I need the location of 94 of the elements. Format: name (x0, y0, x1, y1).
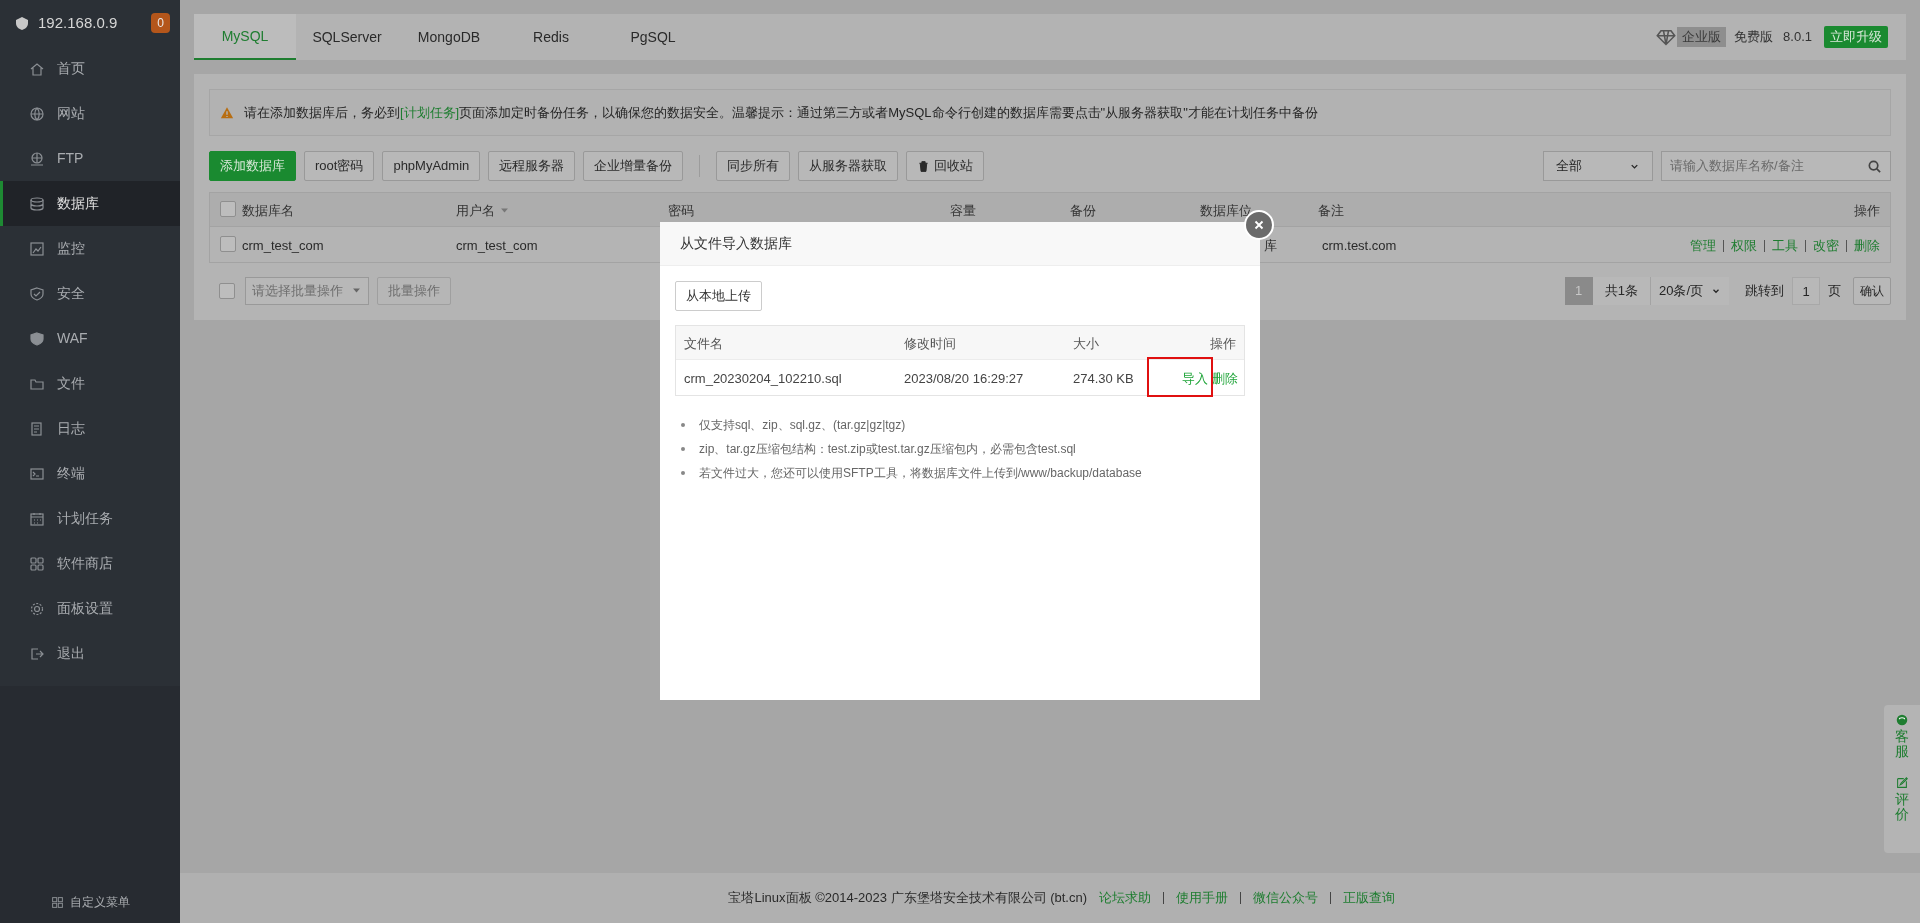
action-link[interactable]: 导入 (1182, 371, 1208, 386)
menu-icon (29, 555, 45, 572)
search-icon (1867, 158, 1882, 174)
edit-icon (1895, 775, 1909, 790)
total-count: 共1条 (1592, 276, 1650, 305)
column-header: 文件名 (684, 335, 723, 353)
upload-button[interactable]: 从本地上传 (675, 281, 762, 311)
checkbox[interactable] (219, 282, 235, 299)
database-tab[interactable]: PgSQL (602, 14, 704, 60)
toolbar-button[interactable]: phpMyAdmin (382, 151, 481, 181)
edition-badge: 企业版 (1677, 27, 1727, 47)
dialog-title: 从文件导入数据库 (660, 222, 1260, 266)
copyright-text: 宝塔Linux面板 ©2014-2023 广东堡塔安全技术有限公司 (bt.cn) (728, 889, 1087, 908)
diamond-icon (1655, 27, 1678, 47)
trash-icon (917, 159, 931, 173)
sidebar-item[interactable]: 安全 (0, 271, 180, 316)
confirm-button[interactable]: 确认 (1853, 276, 1891, 305)
action-link[interactable]: 删除 (1212, 369, 1238, 389)
database-tab[interactable]: SQLServer (296, 14, 398, 60)
bullet (681, 447, 685, 451)
menu-icon (29, 465, 45, 482)
plan-label: 免费版 (1734, 28, 1774, 47)
note-text: zip、tar.gz压缩包结构：test.zip或test.tar.gz压缩包内，必需包含test.sql (699, 441, 1076, 458)
column-header: 操作 (1854, 202, 1880, 220)
menu-icon (29, 420, 45, 437)
table-cell-text: 274.30 KB (1073, 370, 1134, 388)
column-header: 密码 (668, 202, 694, 220)
page-input[interactable]: 1 (1792, 276, 1820, 305)
shield-logo-icon (14, 15, 30, 31)
checkbox[interactable] (220, 201, 236, 217)
menu-icon (29, 285, 45, 302)
table-cell-text: crm_test_com (242, 237, 324, 255)
sidebar-item[interactable]: 计划任务 (0, 496, 180, 541)
toolbar-button[interactable]: root密码 (304, 151, 375, 181)
table-cell-text: crm.test.com (1322, 237, 1397, 255)
sidebar-item[interactable]: 数据库 (0, 181, 180, 226)
menu-icon (29, 330, 45, 347)
menu-icon (29, 105, 45, 122)
toolbar-button[interactable]: 企业增量备份 (583, 151, 684, 181)
sidebar-item[interactable]: 文件 (0, 361, 180, 406)
menu-icon (29, 150, 45, 167)
warning-icon (220, 105, 234, 120)
column-header: 备份 (1070, 202, 1096, 220)
column-header: 数据库名 (242, 202, 294, 220)
bullet (681, 471, 685, 475)
custom-menu-link[interactable]: 自定义菜单 (0, 881, 180, 923)
column-header[interactable]: 用户名 (456, 201, 510, 221)
grid-icon (50, 895, 64, 909)
column-header: 操作 (1210, 335, 1236, 353)
jump-label: 跳转到 (1745, 281, 1784, 300)
toolbar-button[interactable]: 添加数据库 (209, 151, 296, 181)
per-page-dropdown[interactable]: 20条/页 (1649, 276, 1729, 305)
sidebar-item[interactable]: 终端 (0, 451, 180, 496)
page-unit: 页 (1828, 281, 1841, 300)
close-icon (1252, 218, 1266, 232)
sidebar-item[interactable]: 首页 (0, 46, 180, 91)
column-header: 修改时间 (904, 335, 956, 353)
sidebar-item[interactable]: 面板设置 (0, 586, 180, 631)
version-label: 8.0.1 (1783, 28, 1812, 47)
notification-badge: 0 (151, 13, 170, 33)
checkbox[interactable] (220, 236, 236, 252)
sidebar-item[interactable]: 监控 (0, 226, 180, 271)
bullet (681, 423, 685, 427)
recycle-bin-button[interactable]: 回收站 (906, 151, 985, 181)
note-text: 若文件过大，您还可以使用SFTP工具，将数据库文件上传到/www/backup/database (699, 465, 1142, 482)
database-tab[interactable]: Redis (500, 14, 602, 60)
column-header: 备注 (1318, 202, 1344, 220)
menu-icon (29, 240, 45, 257)
database-tab[interactable]: MongoDB (398, 14, 500, 60)
column-header: 大小 (1073, 335, 1099, 353)
table-cell-text: 2023/08/20 16:29:27 (904, 370, 1024, 388)
sidebar-item[interactable]: WAF (0, 316, 180, 361)
menu-icon (29, 510, 45, 527)
table-cell-text: crm_20230204_102210.sql (684, 370, 842, 388)
sidebar-item[interactable]: 网站 (0, 91, 180, 136)
toolbar-button[interactable]: 从服务器获取 (798, 151, 899, 181)
upgrade-button[interactable]: 立即升级 (1824, 26, 1888, 48)
menu-icon (29, 600, 45, 617)
sidebar-item[interactable]: 退出 (0, 631, 180, 676)
menu-icon (29, 195, 45, 212)
sidebar-item[interactable]: FTP (0, 136, 180, 181)
toolbar-button[interactable]: 同步所有 (716, 151, 791, 181)
host-address: 192.168.0.9 (38, 12, 119, 33)
table-cell-text: crm_test_com (456, 237, 538, 255)
filter-dropdown[interactable]: 全部 (1543, 151, 1653, 181)
notice-text: 请在添加数据库后，务必到[计划任务]页面添加定时备份任务，以确保您的数据安全。温馨提示：通过第三方或者MySQL命令行创建的数据库需要点击"从服务器获取"才能在计划任务中备份 (244, 103, 1318, 122)
toolbar-button[interactable]: 远程服务器 (488, 151, 576, 181)
sidebar-item[interactable]: 日志 (0, 406, 180, 451)
sidebar-item[interactable]: 软件商店 (0, 541, 180, 586)
menu-icon (29, 645, 45, 662)
caret-icon (351, 285, 362, 296)
column-header: 容量 (950, 202, 976, 220)
note-text: 仅支持sql、zip、sql.gz、(tar.gz|gz|tgz) (699, 417, 906, 434)
table-cell-text: 库 (1264, 237, 1277, 255)
